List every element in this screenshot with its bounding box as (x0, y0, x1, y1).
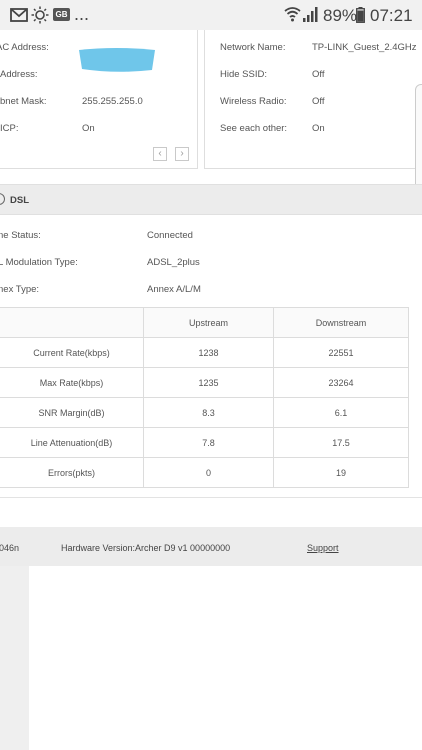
table-cell: 17.5 (273, 427, 409, 458)
table-cell: 6.1 (273, 397, 409, 428)
table-cell: 19 (273, 457, 409, 488)
hardware-version: Hardware Version:Archer D9 v1 00000000 (61, 543, 231, 553)
table-cell: 0 (143, 457, 274, 488)
table-row: Errors(pkts) 0 19 (0, 457, 409, 488)
table-header-cell: Downstream (273, 307, 409, 338)
modulation-type-value: ADSL_2plus (147, 257, 200, 268)
dsl-section-header[interactable]: DSL (0, 184, 422, 215)
redaction-mark (79, 48, 155, 72)
table-cell: 1238 (143, 337, 274, 368)
firmware-version-fragment: 046n (0, 543, 20, 553)
wireless-radio-value: Off (312, 96, 325, 107)
table-row: Max Rate(kbps) 1235 23264 (0, 367, 409, 398)
dsl-stats-table: Upstream Downstream Current Rate(kbps) 1… (0, 307, 409, 488)
table-cell: Current Rate(kbps) (0, 337, 144, 368)
battery-percent: 89% (323, 6, 358, 25)
table-cell: 7.8 (143, 427, 274, 458)
brightness-icon (31, 6, 49, 24)
table-cell: SNR Margin(dB) (0, 397, 144, 428)
wifi-icon (284, 7, 301, 22)
prev-page-button[interactable]: ‹ (153, 147, 167, 161)
table-row: SNR Margin(dB) 8.3 6.1 (0, 397, 409, 428)
hide-ssid-value: Off (312, 69, 325, 80)
line-status-label: ne Status: (0, 230, 41, 241)
battery-icon (356, 7, 365, 23)
wireless-radio-label: Wireless Radio: (220, 96, 287, 107)
dsl-section-title: DSL (10, 195, 29, 206)
annex-type-value: Annex A/L/M (147, 284, 201, 295)
mail-icon (10, 8, 28, 22)
line-status-value: Connected (147, 230, 193, 241)
page-footer: 046n Hardware Version:Archer D9 v1 00000… (0, 527, 422, 566)
bottom-gutter (0, 566, 29, 750)
see-each-other-label: See each other: (220, 123, 288, 134)
lan-subnet-value: 255.255.255.0 (82, 96, 143, 107)
lan-ip-label: Address: (0, 69, 38, 80)
table-header-cell (0, 307, 144, 338)
support-link[interactable]: Support (307, 543, 339, 553)
side-scroll-tab[interactable] (415, 84, 422, 199)
hide-ssid-label: Hide SSID: (220, 69, 267, 80)
router-status-page: AC Address: Address: bnet Mask: 255.255.… (0, 30, 422, 750)
bottom-blank-area (29, 566, 422, 750)
table-row: Line Attenuation(dB) 7.8 17.5 (0, 427, 409, 458)
lan-subnet-label: bnet Mask: (0, 96, 47, 107)
lan-mac-label: AC Address: (0, 42, 49, 53)
table-cell: 8.3 (143, 397, 274, 428)
ssid-value: TP-LINK_Guest_2.4GHz (312, 42, 417, 53)
more-icon: ... (74, 4, 90, 24)
next-page-button[interactable]: › (175, 147, 189, 161)
clock: 07:21 (370, 6, 413, 25)
status-bar: GB ... 89% 07:21 (0, 0, 422, 30)
table-cell: Line Attenuation(dB) (0, 427, 144, 458)
dsl-section-icon (0, 193, 5, 205)
section-divider (0, 497, 422, 498)
table-cell: 1235 (143, 367, 274, 398)
table-header-cell: Upstream (143, 307, 274, 338)
table-cell: 22551 (273, 337, 409, 368)
lan-dhcp-label: ICP: (0, 123, 19, 134)
annex-type-label: nex Type: (0, 284, 40, 295)
table-row: Current Rate(kbps) 1238 22551 (0, 337, 409, 368)
gallery-badge-icon: GB (53, 8, 70, 21)
table-cell: Max Rate(kbps) (0, 367, 144, 398)
table-header-row: Upstream Downstream (0, 307, 409, 338)
table-cell: Errors(pkts) (0, 457, 144, 488)
see-each-other-value: On (312, 123, 325, 134)
modulation-type-label: L Modulation Type: (0, 257, 78, 268)
table-cell: 23264 (273, 367, 409, 398)
lan-dhcp-value: On (82, 123, 95, 134)
ssid-label: Network Name: (220, 42, 286, 53)
signal-icon (303, 7, 318, 22)
